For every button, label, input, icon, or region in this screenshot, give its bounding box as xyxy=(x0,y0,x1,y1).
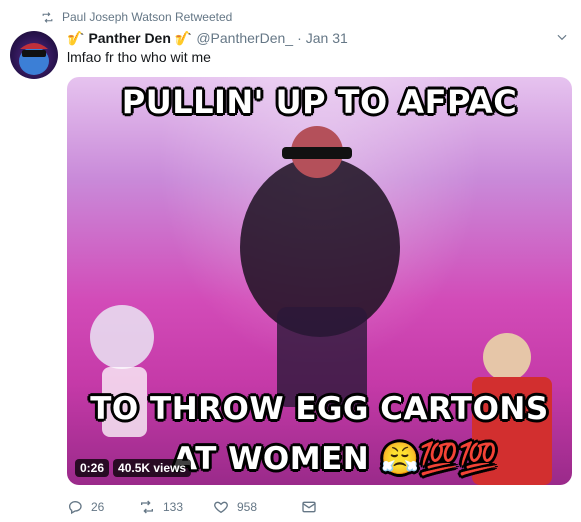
retweeted-by-row: Paul Joseph Watson Retweeted xyxy=(41,9,232,25)
retweet-icon xyxy=(141,500,153,514)
retweet-action[interactable]: 133 xyxy=(139,499,213,515)
retweet-count: 133 xyxy=(163,500,184,514)
chevron-down-icon[interactable] xyxy=(555,30,569,44)
envelope-icon xyxy=(302,501,316,513)
tweet-date[interactable]: Jan 31 xyxy=(306,30,348,46)
like-action[interactable]: 958 xyxy=(213,499,301,515)
separator: · xyxy=(297,30,302,46)
meme-caption-top: PULLIN' UP TO AFPAC xyxy=(121,83,518,121)
display-name[interactable]: Panther Den xyxy=(88,30,170,46)
tweet-text: lmfao fr tho who wit me xyxy=(67,49,211,65)
like-count: 958 xyxy=(237,500,258,514)
video-duration: 0:26 xyxy=(75,459,110,477)
user-handle[interactable]: @PantherDen_ xyxy=(196,30,293,46)
video-badges: 0:26 40.5K views xyxy=(75,459,192,477)
retweeted-by-label[interactable]: Paul Joseph Watson Retweeted xyxy=(62,10,232,24)
video-views: 40.5K views xyxy=(113,459,192,477)
retweet-icon xyxy=(42,11,53,23)
meme-caption-bottom-line1: TO THROW EGG CARTONS xyxy=(90,391,549,427)
heart-icon xyxy=(214,501,228,514)
tweet-header: 🎷 Panther Den 🎷 @PantherDen_ · Jan 31 xyxy=(67,29,348,47)
avatar[interactable] xyxy=(10,31,58,79)
name-emoji: 🎷 xyxy=(67,29,85,46)
message-action[interactable] xyxy=(301,499,317,515)
video-player[interactable]: PULLIN' UP TO AFPAC TO THROW EGG CARTONS… xyxy=(67,77,572,485)
reply-icon xyxy=(68,500,82,515)
name-emoji-2: 🎷 xyxy=(174,29,193,46)
reply-count: 26 xyxy=(91,500,105,514)
tweet-actions: 26 133 958 xyxy=(67,497,317,517)
reply-action[interactable]: 26 xyxy=(67,499,139,515)
